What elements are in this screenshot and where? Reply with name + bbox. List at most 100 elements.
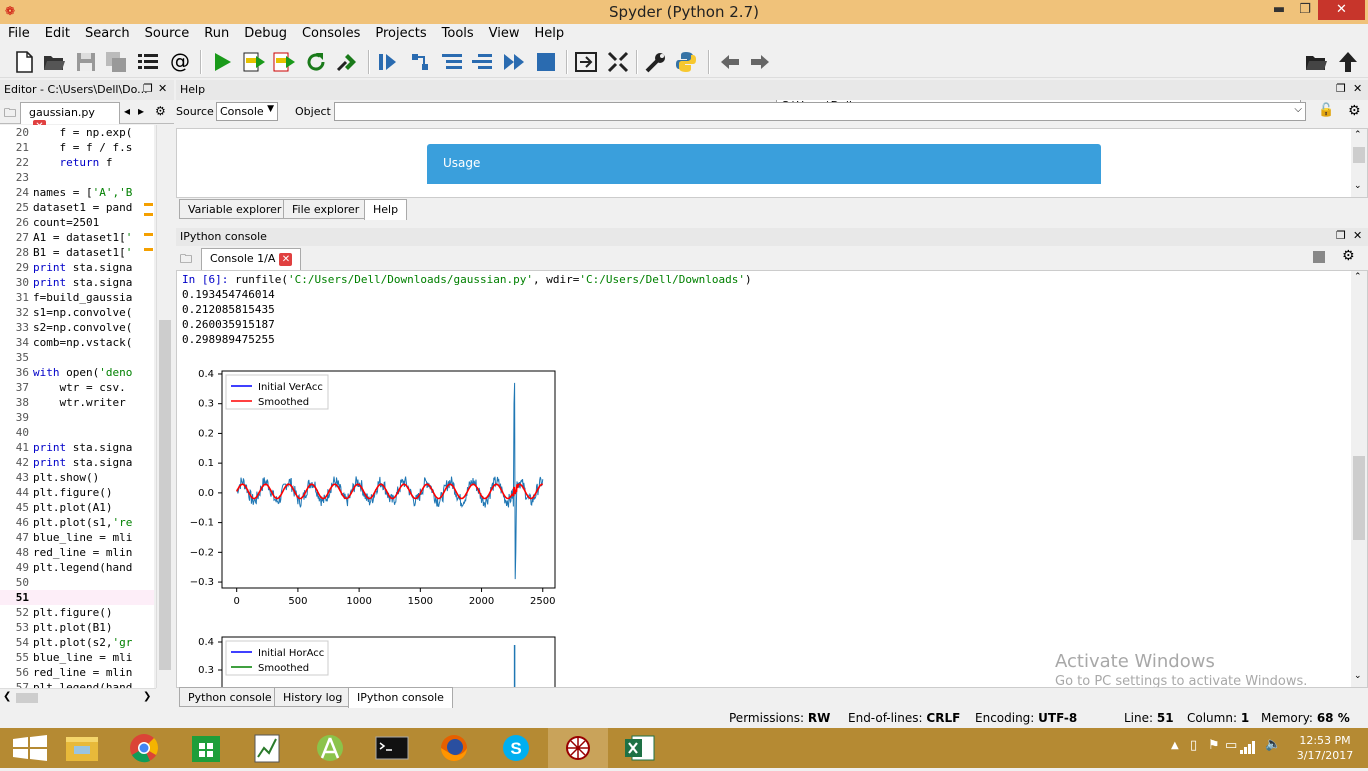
run-cell-advance-icon[interactable] (272, 50, 296, 74)
chart-app-icon[interactable] (238, 728, 298, 768)
scroll-right-icon[interactable]: ❯ (143, 691, 151, 702)
continue-icon[interactable] (502, 50, 526, 74)
scrollbar-thumb[interactable] (1353, 147, 1365, 163)
debug-icon[interactable] (336, 50, 360, 74)
action-center-icon[interactable]: ⚑ (1208, 738, 1220, 753)
console-scrollbar[interactable]: ⌃ ⌄ (1351, 271, 1367, 687)
save-icon[interactable] (74, 50, 98, 74)
help-scrollbar[interactable]: ⌃ ⌄ (1351, 129, 1367, 197)
minimize-button[interactable]: ▬ (1266, 0, 1292, 20)
step-into-icon[interactable] (440, 50, 464, 74)
menu-source[interactable]: Source (137, 24, 197, 41)
menu-projects[interactable]: Projects (367, 24, 433, 41)
editor-horizontal-scrollbar[interactable]: ❮ ❯ (0, 688, 156, 706)
run-cell-icon[interactable] (242, 50, 266, 74)
file-list-icon[interactable] (136, 50, 160, 74)
menu-file[interactable]: File (0, 24, 37, 41)
menu-view[interactable]: View (481, 24, 527, 41)
system-clock[interactable]: 12:53 PM 3/17/2017 (1290, 733, 1360, 763)
fullscreen-icon[interactable] (606, 50, 630, 74)
signal-strength-icon[interactable] (1240, 740, 1258, 754)
scrollbar-thumb[interactable] (16, 693, 38, 703)
menu-debug[interactable]: Debug (236, 24, 294, 41)
scroll-tabs-left-icon[interactable]: ◂ (124, 104, 130, 118)
at-symbol-icon[interactable]: @ (168, 50, 192, 74)
tab-console-1a[interactable]: Console 1/A ✕ (201, 248, 302, 270)
network-devices-icon[interactable]: ▯ (1190, 738, 1197, 753)
scroll-up-icon[interactable]: ⌃ (1354, 130, 1362, 140)
tab-history-log[interactable]: History log (274, 687, 352, 707)
python-path-icon[interactable] (674, 50, 698, 74)
gear-icon[interactable]: ⚙ (155, 104, 166, 118)
close-pane-icon[interactable]: ✕ (158, 82, 167, 95)
preferences-wrench-icon[interactable] (644, 50, 668, 74)
menu-consoles[interactable]: Consoles (294, 24, 367, 41)
close-pane-icon[interactable]: ✕ (1353, 82, 1362, 95)
parent-directory-icon[interactable] (1336, 50, 1360, 74)
tab-gaussian-py[interactable]: gaussian.py✕ (20, 102, 120, 133)
windows-start-icon[interactable] (0, 728, 60, 768)
undock-icon[interactable]: ❐ (1336, 82, 1346, 95)
console-output[interactable]: In [6]: runfile('C:/Users/Dell/Downloads… (176, 270, 1368, 688)
scroll-tabs-right-icon[interactable]: ▸ (138, 104, 144, 118)
tab-file-explorer[interactable]: File explorer (283, 199, 369, 219)
menu-search[interactable]: Search (77, 24, 137, 41)
menu-edit[interactable]: Edit (37, 24, 77, 41)
forward-arrow-icon[interactable] (748, 50, 772, 74)
menu-run[interactable]: Run (196, 24, 236, 41)
tab-ipython-console[interactable]: IPython console (348, 687, 453, 708)
debug-continue-icon[interactable] (376, 50, 400, 74)
firefox-icon[interactable] (424, 728, 484, 768)
open-file-icon[interactable] (42, 50, 66, 74)
spyder-taskbar-button[interactable] (548, 728, 608, 768)
run-icon[interactable] (210, 50, 234, 74)
tab-help[interactable]: Help (364, 199, 408, 220)
undock-icon[interactable]: ❐ (1336, 229, 1346, 242)
step-icon[interactable] (408, 50, 432, 74)
close-tab-icon[interactable]: ✕ (279, 253, 293, 266)
volume-icon[interactable]: 🔈 (1265, 737, 1281, 752)
browse-folder-icon[interactable] (1304, 50, 1328, 74)
editor-vertical-scrollbar[interactable] (156, 125, 172, 688)
maximize-button[interactable]: ❐ (1292, 0, 1318, 20)
tab-variable-explorer[interactable]: Variable explorer (179, 199, 291, 219)
excel-icon[interactable] (610, 728, 670, 768)
step-return-icon[interactable] (470, 50, 494, 74)
gear-icon[interactable]: ⚙ (1348, 103, 1361, 119)
tab-python-console[interactable]: Python console (179, 687, 281, 707)
chevron-down-icon[interactable]: ⌵ (1294, 104, 1302, 115)
menu-help[interactable]: Help (527, 24, 572, 41)
save-all-icon[interactable] (104, 50, 128, 74)
chrome-icon[interactable] (114, 728, 174, 768)
android-studio-icon[interactable] (300, 728, 360, 768)
scroll-left-icon[interactable]: ❮ (3, 691, 11, 702)
undock-icon[interactable]: ❐ (143, 82, 153, 95)
back-arrow-icon[interactable] (718, 50, 742, 74)
browse-tabs-icon[interactable]: 🗀 (4, 104, 16, 125)
scroll-down-icon[interactable]: ⌄ (1354, 671, 1362, 681)
rerun-icon[interactable] (304, 50, 328, 74)
lock-icon[interactable]: 🔓 (1318, 103, 1334, 118)
gear-icon[interactable]: ⚙ (1342, 248, 1355, 264)
close-button[interactable]: ✕ (1318, 0, 1365, 20)
skype-icon[interactable]: S (486, 728, 546, 768)
object-input[interactable]: ⌵ (334, 102, 1306, 121)
code-editor[interactable]: 20 f = np.exp(21 f = f / f.s 22 return f2… (0, 125, 154, 688)
scrollbar-thumb[interactable] (1353, 456, 1365, 540)
new-file-icon[interactable] (12, 50, 36, 74)
command-prompt-icon[interactable] (362, 728, 422, 768)
battery-icon[interactable]: ▭ (1225, 738, 1237, 753)
interrupt-kernel-icon[interactable] (1313, 251, 1325, 263)
file-explorer-icon[interactable] (52, 728, 112, 768)
maximize-pane-icon[interactable] (574, 50, 598, 74)
menu-tools[interactable]: Tools (434, 24, 481, 41)
stop-icon[interactable] (534, 50, 558, 74)
browse-tabs-icon[interactable]: 🗀 (180, 250, 192, 271)
source-select[interactable]: Console ▼ (216, 102, 278, 121)
scroll-up-icon[interactable]: ⌃ (1354, 272, 1362, 282)
store-icon[interactable] (176, 728, 236, 768)
show-hidden-icons-icon[interactable]: ▲ (1171, 740, 1179, 751)
close-pane-icon[interactable]: ✕ (1353, 229, 1362, 242)
scrollbar-thumb[interactable] (159, 320, 171, 670)
scroll-down-icon[interactable]: ⌄ (1354, 181, 1362, 191)
